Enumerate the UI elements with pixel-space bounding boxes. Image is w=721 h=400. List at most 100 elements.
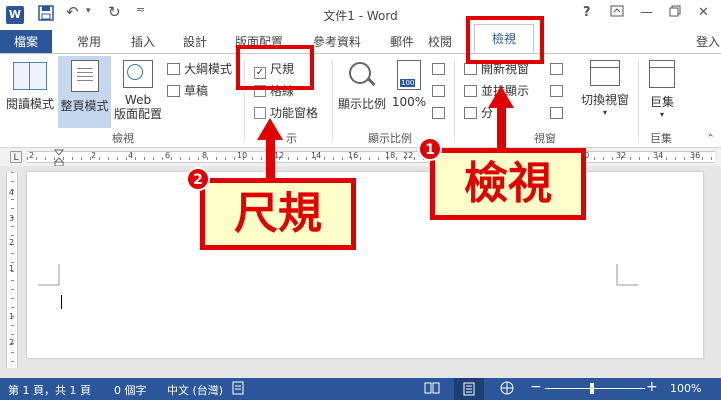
vertical-ruler[interactable]: 4 3 2 1 1 2 <box>6 172 18 368</box>
switch-windows-label: 切換視窗 <box>580 93 629 107</box>
ruler-number: 36 <box>690 151 701 160</box>
web-layout-button[interactable]: Web 版面配置 <box>112 60 164 121</box>
ruler-number: 4 <box>128 151 134 160</box>
vruler-number: 2 <box>9 338 15 347</box>
tab-review[interactable]: 校閱 <box>428 30 452 54</box>
minimize-button[interactable]: — <box>640 5 653 20</box>
tab-mailings[interactable]: 郵件 <box>390 30 414 54</box>
zoom-slider[interactable] <box>545 388 645 389</box>
arrange-all-icon <box>464 85 477 97</box>
margin-corner-mark <box>616 264 638 286</box>
macros-icon <box>649 60 675 88</box>
new-window-icon <box>464 63 477 75</box>
web-layout-label-1: Web <box>124 93 152 107</box>
horizontal-ruler-area: L 2 2 4 6 8 10 12 14 16 18 22 30 32 34 3… <box>0 148 721 167</box>
ruler-number: 16 <box>348 151 359 160</box>
macros-button[interactable]: 巨集 ▾ <box>642 60 682 119</box>
zoom-in-button[interactable]: + <box>646 379 658 395</box>
page-width-button[interactable] <box>432 104 449 122</box>
word-count[interactable]: 0 個字 <box>114 382 147 398</box>
zoom-label: 顯示比例 <box>337 97 386 111</box>
views-group-label: 檢視 <box>112 132 134 145</box>
ribbon: 閱讀模式 整頁模式 Web 版面配置 大綱模式 草稿 檢視 ✓ 尺規 格線 功能窗… <box>0 53 721 148</box>
ruler-number: 8 <box>202 151 208 160</box>
tab-home[interactable]: 常用 <box>77 30 101 54</box>
sign-in-link[interactable]: 登入 <box>696 30 720 54</box>
vruler-number: 1 <box>9 312 15 321</box>
tab-selector[interactable]: L <box>10 151 22 163</box>
draft-icon <box>167 85 180 97</box>
arrow-shaft <box>266 139 275 181</box>
ruler-number: 32 <box>616 151 627 160</box>
arrow-to-view-tab-icon <box>488 86 514 108</box>
reset-position-button[interactable] <box>550 104 567 122</box>
one-page-button[interactable] <box>432 60 449 78</box>
ruler-number: 6 <box>165 151 171 160</box>
ruler-number: 2 <box>29 151 35 160</box>
ruler-number: 34 <box>653 151 664 160</box>
zoom-out-button[interactable]: − <box>530 379 542 395</box>
vruler-number: 3 <box>9 214 15 223</box>
proofing-icon[interactable] <box>232 381 246 398</box>
language-status[interactable]: 中文 (台灣) <box>167 382 223 398</box>
close-button[interactable]: ✕ <box>698 5 709 20</box>
ruler-number: 22 <box>403 151 414 160</box>
switch-windows-button[interactable]: 切換視窗 ▾ <box>576 60 634 117</box>
page-count[interactable]: 第 1 頁，共 1 頁 <box>8 382 91 398</box>
group-separator <box>454 60 455 142</box>
horizontal-ruler[interactable]: 2 2 4 6 8 10 12 14 16 18 22 30 32 34 36 <box>27 151 715 163</box>
zoom-100-icon: 100 <box>397 60 421 90</box>
zoom-button[interactable]: 顯示比例 <box>336 60 388 112</box>
print-layout-icon <box>70 60 99 92</box>
zoom-100-button[interactable]: 100 100% <box>391 60 427 109</box>
ruler-number: 14 <box>311 151 322 160</box>
collapse-ribbon-icon[interactable]: ⌃ <box>706 132 715 145</box>
split-label: 分 <box>481 106 494 120</box>
indent-marker-icon[interactable] <box>54 149 64 167</box>
document-page[interactable] <box>27 172 703 358</box>
switch-windows-icon <box>590 60 620 86</box>
draft-button[interactable]: 草稿 <box>167 82 208 100</box>
restore-button[interactable] <box>669 5 681 21</box>
ruler-callout: 尺規 <box>200 178 356 250</box>
outline-label: 大綱模式 <box>184 62 233 76</box>
print-layout-button[interactable]: 整頁模式 <box>58 60 111 114</box>
tab-references[interactable]: 參考資料 <box>313 30 361 54</box>
outline-button[interactable]: 大綱模式 <box>167 60 232 78</box>
zoom-level[interactable]: 100% <box>670 382 701 395</box>
read-mode-button[interactable]: 閱讀模式 <box>4 62 56 112</box>
multiple-pages-button[interactable] <box>432 82 449 100</box>
margin-corner-mark <box>38 264 60 286</box>
tab-insert[interactable]: 插入 <box>131 30 155 54</box>
multiple-pages-icon <box>432 85 445 97</box>
tab-design[interactable]: 設計 <box>183 30 207 54</box>
title-bar: W ↶ ▾ ↻ ≂ 文件1 - Word ? — ✕ <box>0 0 721 30</box>
view-tab-highlight-box <box>466 16 544 64</box>
switch-windows-dropdown-icon: ▾ <box>602 108 607 117</box>
new-window-label: 開新視窗 <box>481 62 530 76</box>
ribbon-display-options-icon[interactable] <box>610 5 624 21</box>
help-button[interactable]: ? <box>583 5 591 20</box>
tab-file[interactable]: 檔案 <box>0 30 52 54</box>
view-side-by-side-button[interactable] <box>550 60 567 78</box>
vruler-number: 2 <box>9 238 15 247</box>
macros-label: 巨集 <box>649 95 674 109</box>
print-layout-view-icon[interactable] <box>454 378 484 400</box>
print-layout-label: 整頁模式 <box>60 99 109 113</box>
web-layout-view-icon[interactable] <box>500 381 514 398</box>
outline-icon <box>167 63 180 75</box>
one-page-icon <box>432 63 445 75</box>
text-cursor <box>61 295 62 309</box>
read-mode-view-icon[interactable] <box>424 381 440 398</box>
ruler-highlight-box <box>236 45 314 90</box>
web-layout-icon <box>123 60 153 88</box>
window-group-label: 視窗 <box>534 132 556 145</box>
group-separator <box>638 60 639 142</box>
view-callout: 檢視 <box>430 148 586 220</box>
read-mode-label: 閱讀模式 <box>5 97 54 111</box>
macros-group-label: 巨集 <box>650 132 672 145</box>
sync-scroll-button[interactable] <box>550 82 567 100</box>
zoom-slider-thumb[interactable] <box>590 383 594 394</box>
magnifier-icon <box>347 60 377 90</box>
step-2-badge: 2 <box>186 167 210 191</box>
